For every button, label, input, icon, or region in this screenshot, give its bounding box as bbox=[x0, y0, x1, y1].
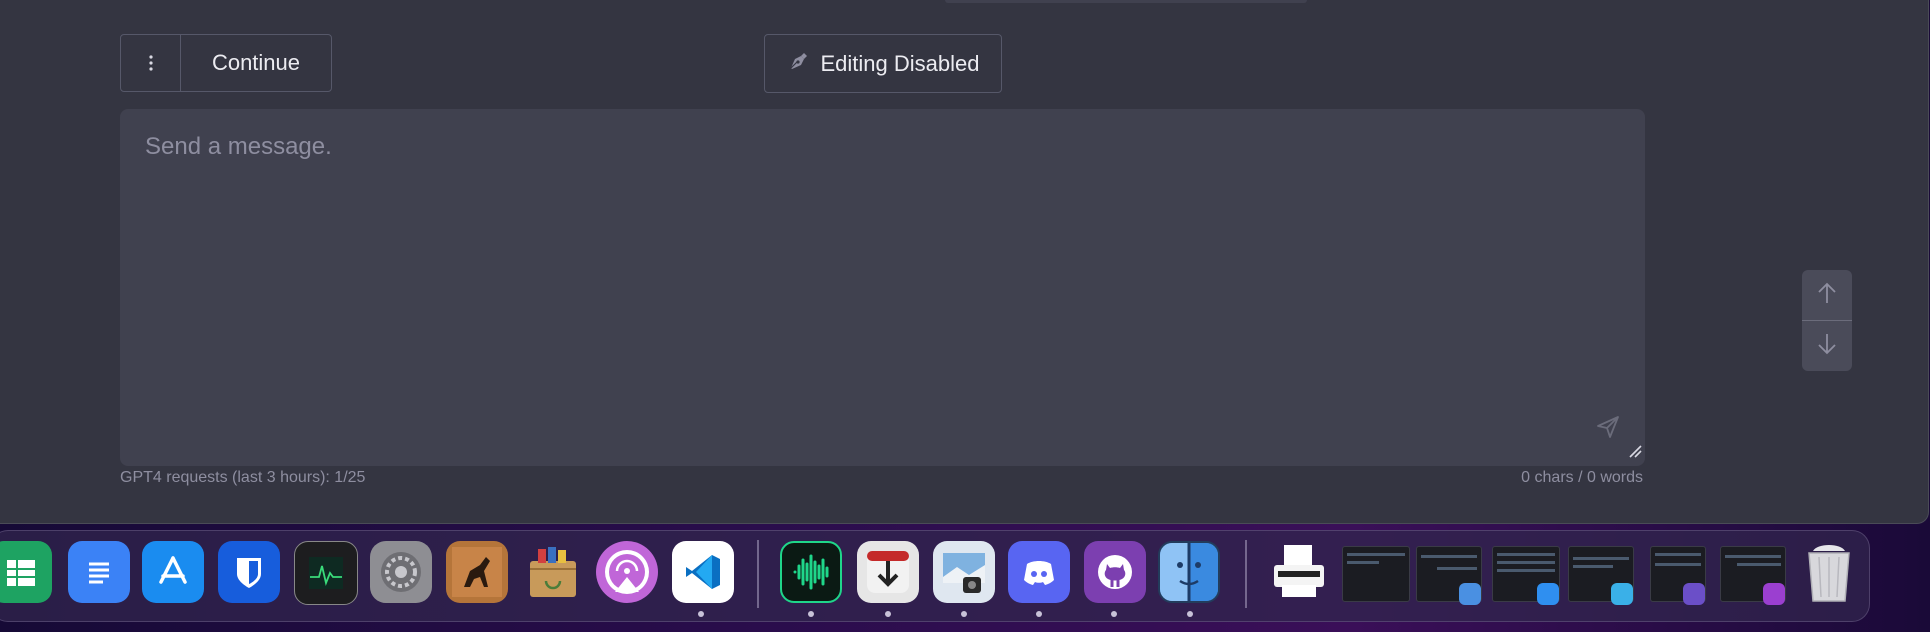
download-icon[interactable] bbox=[857, 541, 919, 603]
window-thumbnail-icon[interactable] bbox=[1650, 546, 1706, 605]
running-indicator bbox=[808, 611, 814, 617]
docs-icon[interactable] bbox=[68, 541, 130, 603]
arrow-down-icon bbox=[1816, 332, 1838, 361]
resize-handle[interactable] bbox=[1628, 444, 1642, 463]
character-word-counter: 0 chars / 0 words bbox=[1521, 469, 1643, 486]
gpt4-request-counter: GPT4 requests (last 3 hours): 1/25 bbox=[120, 469, 366, 486]
message-input[interactable] bbox=[120, 109, 1645, 466]
horse-icon[interactable] bbox=[446, 541, 508, 603]
more-options-button[interactable] bbox=[121, 35, 181, 91]
activity-monitor-icon[interactable] bbox=[294, 541, 358, 605]
running-indicator bbox=[1187, 611, 1193, 617]
safari-badge bbox=[1611, 583, 1633, 605]
arrow-up-icon bbox=[1816, 281, 1838, 310]
finder-icon[interactable] bbox=[1158, 541, 1220, 603]
trash-icon[interactable] bbox=[1798, 541, 1860, 603]
waveform-icon[interactable] bbox=[780, 541, 842, 603]
settings-icon[interactable] bbox=[370, 541, 432, 603]
podcast-icon[interactable] bbox=[596, 541, 658, 603]
sheets-icon[interactable] bbox=[0, 541, 52, 603]
top-strip bbox=[945, 0, 1307, 3]
archive-icon[interactable] bbox=[522, 541, 584, 603]
window-thumbnail-icon[interactable] bbox=[1492, 546, 1560, 605]
discord-icon[interactable] bbox=[1008, 541, 1070, 603]
running-indicator bbox=[961, 611, 967, 617]
message-composer bbox=[120, 109, 1645, 466]
printer-icon[interactable] bbox=[1268, 541, 1330, 603]
app-badge bbox=[1683, 583, 1705, 605]
continue-button[interactable]: Continue bbox=[181, 35, 331, 91]
continue-button-group: Continue bbox=[120, 34, 332, 92]
window-thumbnail-icon[interactable] bbox=[1720, 546, 1786, 605]
editing-disabled-button[interactable]: Editing Disabled bbox=[764, 34, 1002, 93]
finder-badge bbox=[1459, 583, 1481, 605]
github-icon[interactable] bbox=[1084, 541, 1146, 603]
window-thumbnail-icon[interactable] bbox=[1568, 546, 1634, 605]
vscode-icon[interactable] bbox=[672, 541, 734, 603]
pen-nib-icon bbox=[787, 50, 809, 78]
app-store-icon[interactable] bbox=[142, 541, 204, 603]
scroll-down-button[interactable] bbox=[1802, 321, 1852, 371]
running-indicator bbox=[1036, 611, 1042, 617]
scroll-up-button[interactable] bbox=[1802, 270, 1852, 320]
running-indicator bbox=[1111, 611, 1117, 617]
window-thumbnail-icon[interactable] bbox=[1416, 546, 1482, 605]
chat-window: Continue Editing Disabled GPT4 requests … bbox=[0, 0, 1929, 524]
preview-icon[interactable] bbox=[933, 541, 995, 603]
finder-badge bbox=[1537, 583, 1559, 605]
running-indicator bbox=[698, 611, 704, 617]
running-indicator bbox=[885, 611, 891, 617]
vertical-ellipsis-icon bbox=[148, 54, 154, 72]
onenote-badge bbox=[1763, 583, 1785, 605]
dock-divider bbox=[757, 540, 759, 608]
window-thumbnail-icon[interactable] bbox=[1342, 546, 1410, 602]
paper-plane-icon[interactable] bbox=[1595, 414, 1621, 445]
editing-disabled-label: Editing Disabled bbox=[820, 50, 980, 76]
bitwarden-icon[interactable] bbox=[218, 541, 280, 603]
scroll-controls bbox=[1802, 270, 1852, 371]
dock-divider bbox=[1245, 540, 1247, 608]
